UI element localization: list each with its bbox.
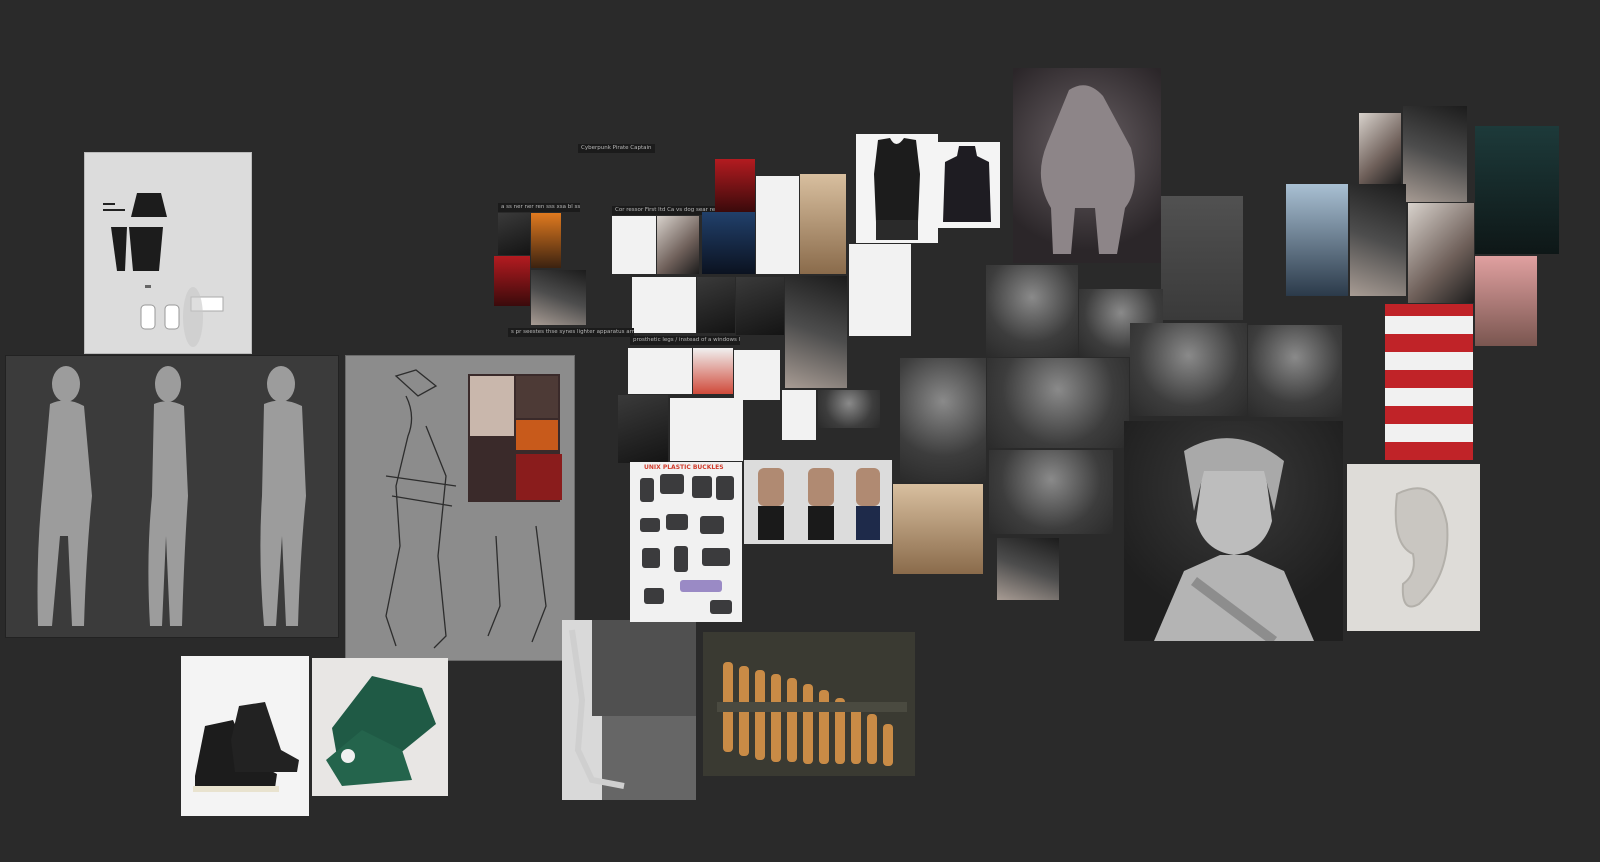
anatomy-male-body-turnaround[interactable] — [5, 355, 339, 638]
character-concept-sketch-sheet[interactable] — [345, 355, 575, 661]
clothing-pattern-sheet[interactable] — [84, 152, 252, 354]
tank-top-graphic — [874, 138, 920, 240]
body-figures-graphic — [37, 366, 306, 626]
jersey-reference-4[interactable] — [531, 270, 586, 325]
idol-photo-7[interactable] — [1475, 256, 1537, 346]
group-label-prosthetic: prosthetic legs / instead of a windows l… — [630, 336, 740, 345]
head-stylized-sculpt[interactable] — [986, 265, 1078, 357]
leg-graphic — [569, 620, 696, 789]
high-top-sneakers-green[interactable] — [312, 658, 448, 796]
buckles-caption: UNIX PLASTIC BUCKLES — [644, 464, 724, 471]
prosthetic-reference-3[interactable] — [734, 350, 780, 400]
cyber-outfit-reference[interactable] — [785, 276, 847, 388]
cargo-pants-reference[interactable] — [849, 244, 911, 336]
prosthetic-reference-1[interactable] — [628, 348, 692, 394]
ammo-graphic — [717, 662, 907, 766]
helmet-reference-1[interactable] — [498, 213, 530, 255]
turtleneck-graphic — [943, 146, 991, 222]
idol-photo-2[interactable] — [1403, 106, 1467, 202]
female-bust-sculpt[interactable] — [1124, 421, 1343, 641]
pattern-pieces-graphic — [103, 193, 224, 347]
idol-photo-1[interactable] — [1359, 113, 1401, 185]
sneaker-green-graphic — [326, 676, 436, 786]
long-coat-reference[interactable] — [756, 176, 799, 274]
male-torso-references[interactable] — [744, 460, 892, 544]
torso-anatomy-sculpt[interactable] — [987, 358, 1129, 448]
buckles-graphic — [640, 474, 734, 614]
creature-graphic — [1040, 85, 1135, 254]
moodboard-canvas[interactable]: Cyberpunk Pirate Captain a ss ner ner re… — [0, 0, 1600, 862]
portrait-photo[interactable] — [997, 538, 1059, 600]
coat-reference-3[interactable] — [702, 212, 755, 274]
sneaker-graphic — [193, 702, 299, 792]
tech-armor-reference[interactable] — [736, 277, 784, 335]
full-body-sculpt[interactable] — [900, 358, 986, 482]
pirate-coat-reference[interactable] — [800, 174, 846, 274]
bust-graphic — [1154, 438, 1314, 641]
mech-leg-reference-2[interactable] — [697, 277, 735, 333]
mech-leg-reference-1[interactable] — [632, 277, 696, 333]
plastic-buckles-sheet[interactable]: UNIX PLASTIC BUCKLES — [630, 462, 742, 622]
ear-graphic — [1394, 487, 1449, 608]
stage-event-photo[interactable] — [1385, 304, 1473, 460]
prosthetic-reference-2[interactable] — [693, 348, 733, 394]
group-label-tech: s pr seestes thse synes lighter apparatu… — [508, 328, 634, 337]
prosthetic-red-blade[interactable] — [618, 395, 668, 463]
group-label-masks: a ss ner ner ren sss xsa bl ssa se ss ll — [498, 203, 580, 212]
cartoon-characters-reference[interactable] — [670, 398, 743, 461]
idol-photo-6[interactable] — [1408, 203, 1474, 303]
sketch-graphic — [385, 369, 562, 649]
board-title-label: Cyberpunk Pirate Captain — [578, 144, 655, 153]
helmet-reference-2[interactable] — [531, 213, 561, 268]
idol-photo-3[interactable] — [1475, 126, 1559, 254]
head-busts-reference[interactable] — [818, 390, 880, 428]
turtleneck-reference[interactable] — [933, 142, 1000, 228]
mech-hand-reference[interactable] — [782, 390, 816, 440]
coat-reference-2[interactable] — [657, 216, 699, 274]
bald-head-sculpt[interactable] — [1248, 325, 1342, 417]
sleeveless-top-reference[interactable] — [856, 134, 938, 243]
arm-anatomy-sculpt[interactable] — [1161, 196, 1243, 320]
mask-reference-3[interactable] — [494, 256, 530, 306]
hair-sculpt-heads[interactable] — [989, 450, 1113, 534]
face-planes-reference[interactable] — [1130, 323, 1247, 416]
mask-red-helmet[interactable] — [715, 159, 755, 212]
idol-photo-4[interactable] — [1286, 184, 1348, 296]
high-top-sneakers-black[interactable] — [181, 656, 309, 816]
idol-photo-5[interactable] — [1350, 184, 1406, 296]
torsos-graphic — [758, 468, 880, 540]
ammo-belt-photo[interactable] — [703, 632, 915, 776]
coat-reference-1[interactable] — [612, 216, 656, 274]
armor-figurines[interactable] — [893, 484, 983, 574]
ear-sculpt[interactable] — [1347, 464, 1480, 631]
creature-sculpt-render[interactable] — [1013, 68, 1161, 263]
prosthetic-leg-photo[interactable] — [562, 620, 696, 800]
